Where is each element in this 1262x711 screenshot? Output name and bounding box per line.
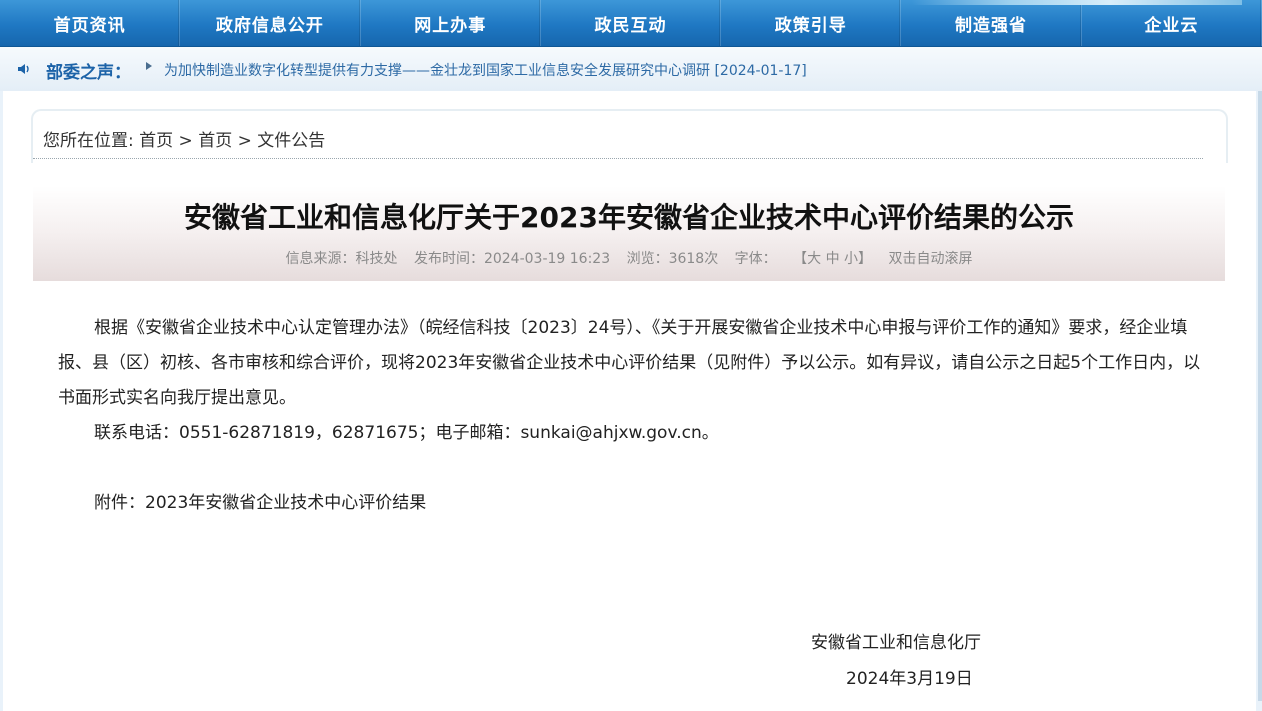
ministry-voice-title: 部委之声： bbox=[46, 63, 131, 83]
meta-views: 浏览：3618次 bbox=[626, 251, 719, 267]
article-title: 安徽省工业和信息化厅关于2023年安徽省企业技术中心评价结果的公示 bbox=[184, 201, 1074, 234]
breadcrumb-separator: > bbox=[237, 131, 252, 151]
breadcrumb-prefix: 您所在位置: bbox=[43, 131, 134, 151]
breadcrumb-separator: > bbox=[178, 131, 193, 151]
nav-item-enterprise-cloud[interactable]: 企业云 bbox=[1082, 0, 1262, 46]
article-header: 安徽省工业和信息化厅关于2023年安徽省企业技术中心评价结果的公示 信息来源：科… bbox=[33, 186, 1225, 281]
attachment-link[interactable]: 附件：2023年安徽省企业技术中心评价结果 bbox=[58, 486, 1208, 521]
breadcrumb-link-home[interactable]: 首页 bbox=[139, 131, 173, 151]
breadcrumb-box: 您所在位置: 首页 > 首页 > 文件公告 bbox=[31, 109, 1228, 163]
breadcrumb-link-notices[interactable]: 文件公告 bbox=[257, 131, 325, 151]
article-paragraph: 根据《安徽省企业技术中心认定管理办法》（皖经信科技〔2023〕24号）、《关于开… bbox=[58, 318, 1201, 408]
meta-font-label: 字体： bbox=[734, 251, 777, 267]
signature-org: 安徽省工业和信息化厅 bbox=[811, 633, 981, 653]
font-size-controls[interactable]: 【大 中 小】 bbox=[793, 251, 872, 267]
meta-autoscroll: 双击自动滚屏 bbox=[888, 251, 973, 267]
divider bbox=[33, 158, 1203, 159]
nav-item-interaction[interactable]: 政民互动 bbox=[541, 0, 722, 46]
signature-date: 2024年3月19日 bbox=[846, 669, 973, 689]
speaker-icon bbox=[18, 64, 29, 74]
article-meta: 信息来源：科技处 发布时间：2024-03-19 16:23 浏览：3618次 … bbox=[33, 248, 1225, 268]
nav-item-policy-guide[interactable]: 政策引导 bbox=[721, 0, 902, 46]
meta-source: 信息来源：科技处 bbox=[285, 251, 398, 267]
ministry-voice-headline-link[interactable]: 为加快制造业数字化转型提供有力支撑——金壮龙到国家工业信息安全发展研究中心调研 … bbox=[164, 60, 807, 80]
top-navigation: 首页资讯 政府信息公开 网上办事 政民互动 政策引导 制造强省 企业云 bbox=[0, 0, 1262, 47]
nav-item-manufacturing[interactable]: 制造强省 bbox=[901, 0, 1082, 46]
article-body: 根据《安徽省企业技术中心认定管理办法》（皖经信科技〔2023〕24号）、《关于开… bbox=[58, 311, 1208, 521]
bullet-arrow-icon bbox=[146, 62, 152, 70]
meta-published: 发布时间：2024-03-19 16:23 bbox=[413, 251, 611, 267]
content-panel: 您所在位置: 首页 > 首页 > 文件公告 安徽省工业和信息化厅关于2023年安… bbox=[3, 91, 1256, 711]
breadcrumb-link-home-2[interactable]: 首页 bbox=[198, 131, 232, 151]
ministry-voice-bar: 部委之声： 为加快制造业数字化转型提供有力支撑——金壮龙到国家工业信息安全发展研… bbox=[0, 47, 1262, 91]
breadcrumb: 您所在位置: 首页 > 首页 > 文件公告 bbox=[43, 126, 325, 151]
scrollbar[interactable] bbox=[1258, 91, 1262, 701]
contact-info: 联系电话：0551-62871819，62871675；电子邮箱：sunkai@… bbox=[94, 423, 719, 443]
nav-item-online-services[interactable]: 网上办事 bbox=[361, 0, 541, 46]
nav-item-government-info[interactable]: 政府信息公开 bbox=[180, 0, 361, 46]
nav-item-home-news[interactable]: 首页资讯 bbox=[0, 0, 181, 46]
